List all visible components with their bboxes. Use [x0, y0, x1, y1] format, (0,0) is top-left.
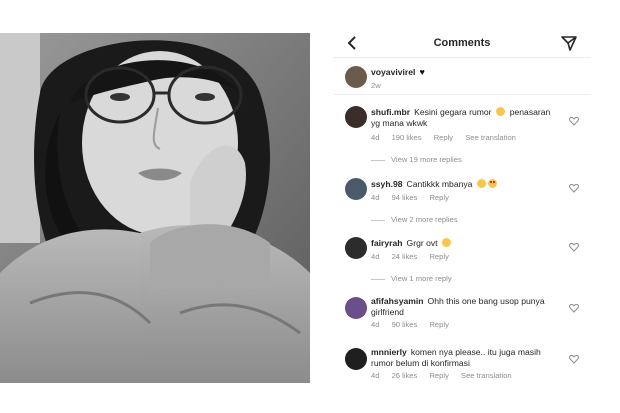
heart-outline-icon[interactable] — [569, 354, 579, 364]
username[interactable]: ssyh.98 — [371, 179, 403, 189]
username[interactable]: fairyrah — [371, 238, 403, 248]
view-replies-label[interactable]: View 1 more reply — [391, 274, 452, 283]
grin-emoji — [495, 107, 505, 116]
avatar[interactable] — [345, 348, 367, 370]
heart-outline-icon[interactable] — [569, 116, 579, 126]
view-more-replies[interactable]: View 19 more replies — [371, 155, 462, 164]
comments-panel: Comments voyavivirel ♥ 2w shufi.mbr Kesini… — [333, 29, 591, 389]
post-photo — [0, 33, 310, 383]
comment-time: 4d — [371, 193, 380, 202]
view-replies-label[interactable]: View 19 more replies — [391, 155, 462, 164]
username[interactable]: afifahsyamin — [371, 296, 424, 306]
reply-button[interactable]: Reply — [429, 193, 448, 202]
comment-text: Grgr ovt — [406, 238, 438, 248]
like-count[interactable]: 24 likes — [392, 252, 418, 261]
portrait-illustration — [0, 33, 310, 383]
username[interactable]: mnnierly — [371, 347, 407, 357]
divider — [371, 219, 385, 221]
username[interactable]: shufi.mbr — [371, 107, 410, 117]
smile-emoji — [476, 179, 486, 188]
like-count[interactable]: 26 likes — [392, 371, 418, 380]
caption-time: 2w — [371, 81, 381, 90]
see-translation-button[interactable]: See translation — [465, 133, 516, 142]
reply-button[interactable]: Reply — [429, 371, 448, 380]
avatar[interactable] — [345, 297, 367, 319]
heart-outline-icon[interactable] — [569, 303, 579, 313]
heart-eyes-emoji — [487, 179, 497, 188]
comment-text: Cantikkk mbanya — [406, 179, 473, 189]
view-more-replies[interactable]: View 1 more reply — [371, 274, 452, 283]
comment-time: 4d — [371, 320, 380, 329]
divider — [371, 159, 385, 161]
comment-text: Kesini gegara rumor — [414, 107, 492, 117]
heart-outline-icon[interactable] — [569, 183, 579, 193]
divider — [371, 278, 385, 280]
reply-button[interactable]: Reply — [429, 320, 448, 329]
username[interactable]: voyavivirel — [371, 67, 415, 77]
divider — [333, 94, 591, 95]
heart-outline-icon[interactable] — [569, 242, 579, 252]
view-more-replies[interactable]: View 2 more replies — [371, 215, 458, 224]
send-icon[interactable] — [561, 35, 577, 51]
comment-time: 4d — [371, 252, 380, 261]
avatar[interactable] — [345, 106, 367, 128]
view-replies-label[interactable]: View 2 more replies — [391, 215, 458, 224]
avatar[interactable] — [345, 237, 367, 259]
reply-button[interactable]: Reply — [429, 252, 448, 261]
avatar[interactable] — [345, 178, 367, 200]
comment-time: 4d — [371, 133, 380, 142]
like-count[interactable]: 190 likes — [392, 133, 422, 142]
avatar[interactable] — [345, 66, 367, 88]
see-translation-button[interactable]: See translation — [461, 371, 512, 380]
like-count[interactable]: 90 likes — [392, 320, 418, 329]
black-heart-emoji: ♥ — [419, 67, 425, 77]
grin-emoji — [441, 238, 451, 247]
comments-header: Comments — [333, 29, 591, 58]
like-count[interactable]: 94 likes — [392, 193, 418, 202]
reply-button[interactable]: Reply — [434, 133, 453, 142]
page-title: Comments — [433, 37, 491, 49]
comment-time: 4d — [371, 371, 380, 380]
